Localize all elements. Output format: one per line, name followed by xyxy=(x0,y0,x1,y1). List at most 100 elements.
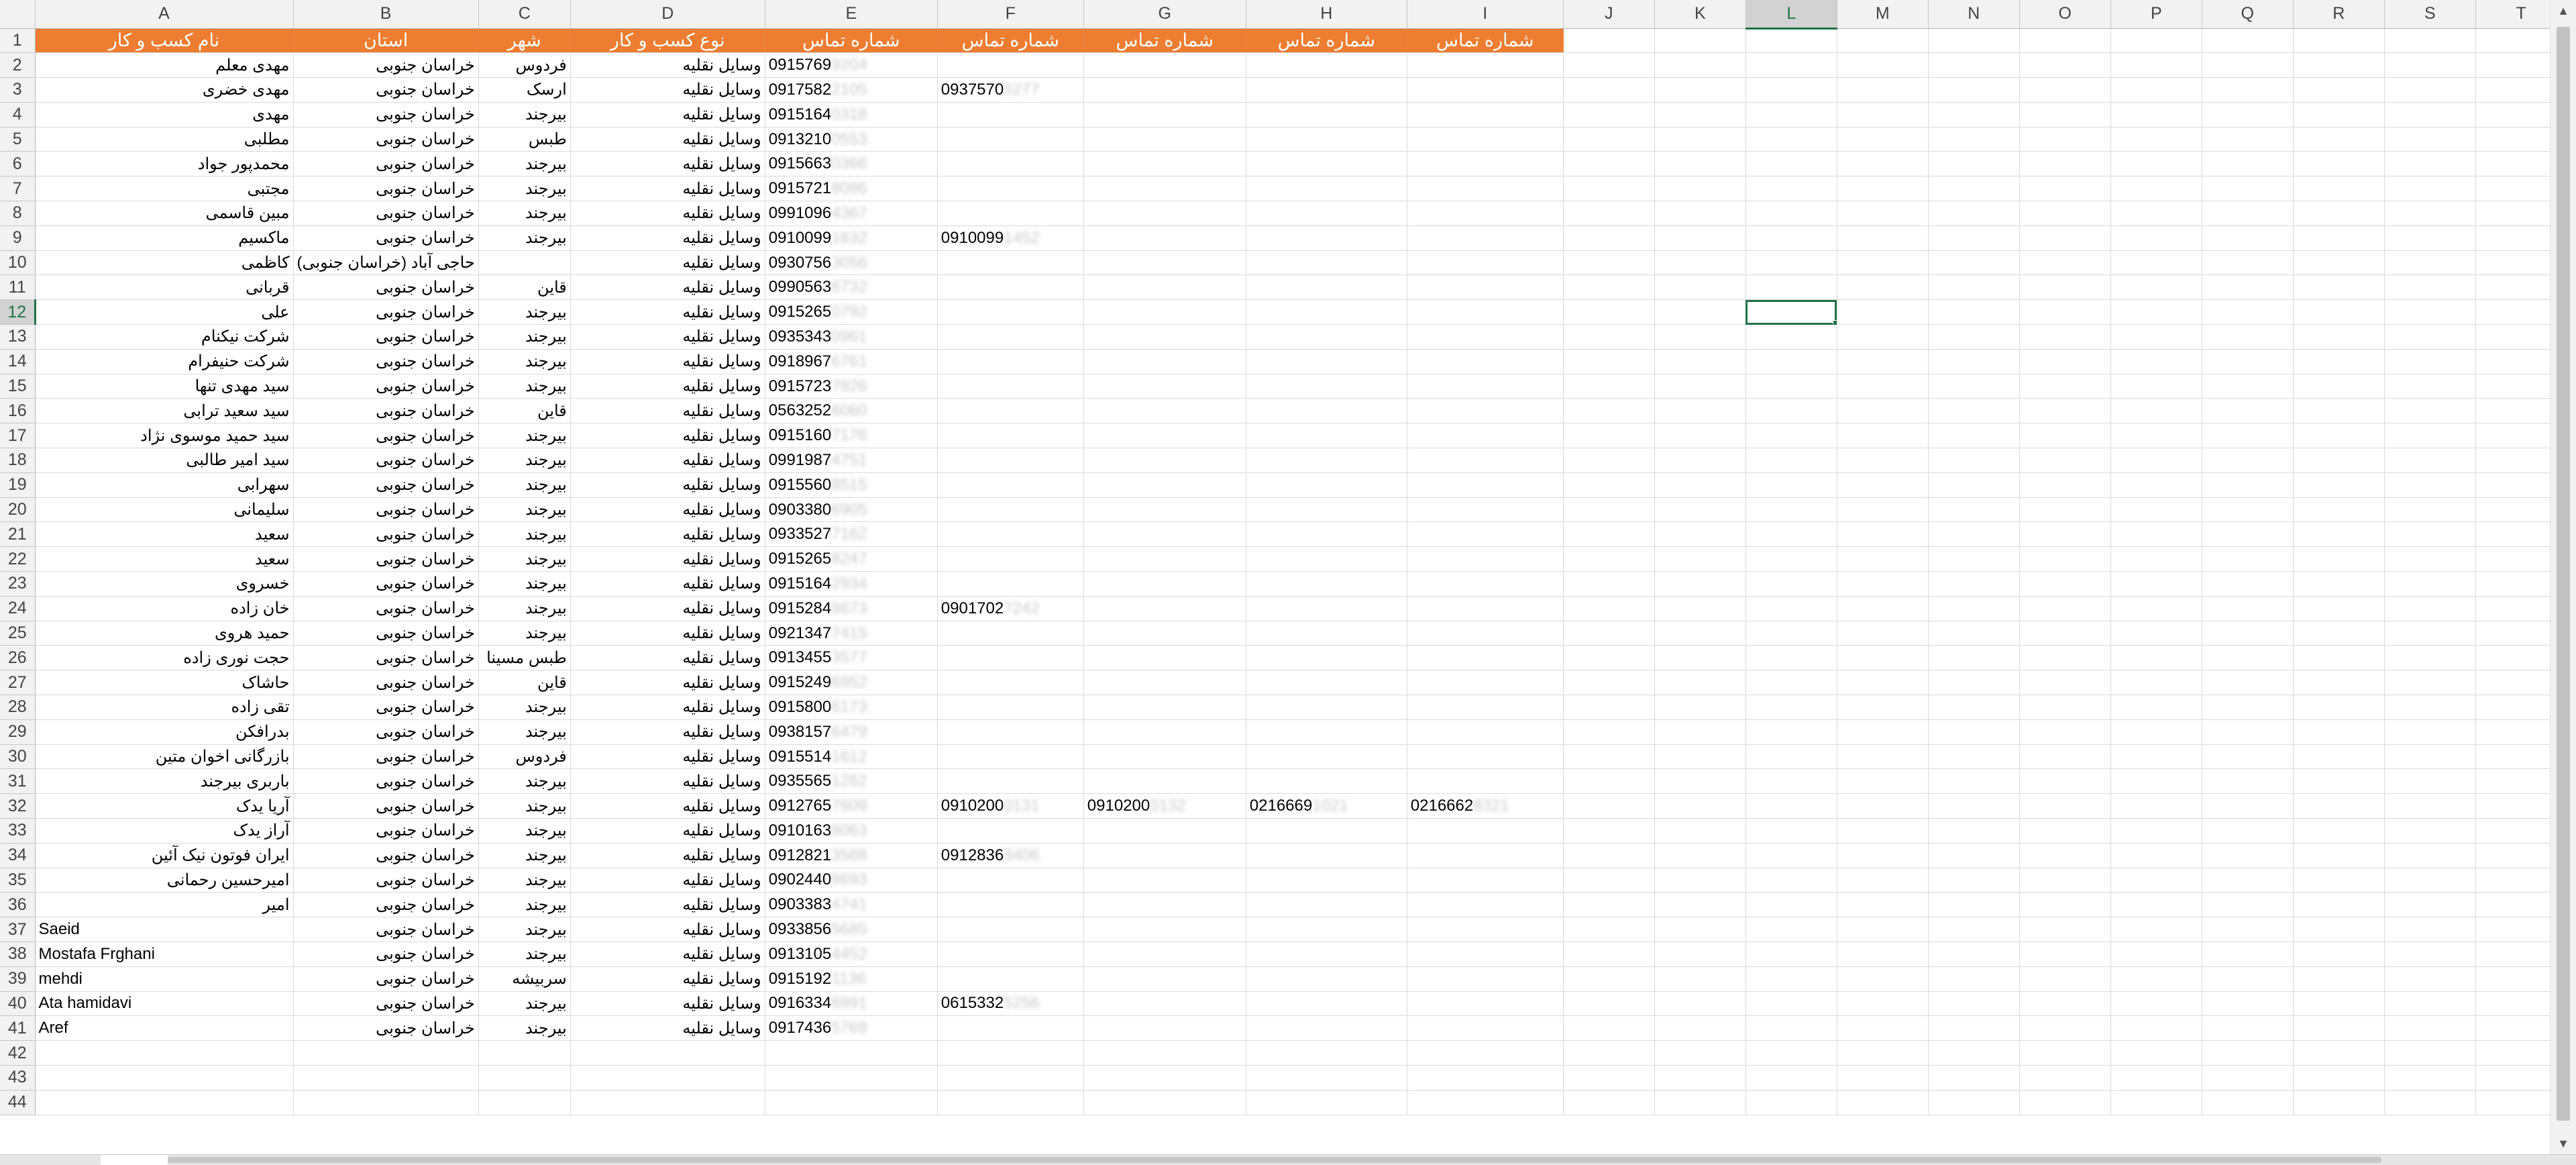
cell-Q2[interactable] xyxy=(2202,52,2294,79)
city-cell[interactable]: قاین xyxy=(478,274,571,301)
province-cell[interactable]: خراسان جنوبی xyxy=(293,719,479,745)
cell-L24[interactable] xyxy=(1746,596,1837,621)
phone-cell[interactable]: 09213477415 xyxy=(765,621,938,646)
cell-F22[interactable] xyxy=(937,546,1084,572)
cell-K32[interactable] xyxy=(1654,793,1746,819)
cell-N6[interactable] xyxy=(1928,151,2020,177)
cell-O11[interactable] xyxy=(2019,274,2111,301)
cell-M6[interactable] xyxy=(1837,151,1929,177)
cell-N38[interactable] xyxy=(1928,942,2020,967)
cell-F36[interactable] xyxy=(937,892,1084,918)
cell-N5[interactable] xyxy=(1928,127,2020,152)
cell-G8[interactable] xyxy=(1083,201,1246,226)
cell-F25[interactable] xyxy=(937,621,1084,646)
cell-G5[interactable] xyxy=(1083,127,1246,152)
cell-P14[interactable] xyxy=(2110,349,2202,374)
city-cell[interactable]: بیرجند xyxy=(478,942,571,967)
cell-R7[interactable] xyxy=(2293,176,2385,202)
cell-L35[interactable] xyxy=(1746,868,1837,893)
cell-I15[interactable] xyxy=(1407,374,1564,399)
column-header-N[interactable]: N xyxy=(1928,0,2020,29)
phone-cell[interactable]: 09128363406 xyxy=(937,843,1084,868)
cell-M12[interactable] xyxy=(1837,299,1929,325)
phone-cell[interactable]: 09127657609 xyxy=(765,793,938,819)
business-name-cell[interactable]: امیر xyxy=(35,892,294,918)
province-cell[interactable]: خراسان جنوبی xyxy=(293,917,479,942)
cell-S34[interactable] xyxy=(2384,843,2476,868)
city-cell[interactable]: بیرجند xyxy=(478,917,571,942)
cell-M18[interactable] xyxy=(1837,448,1929,473)
province-cell[interactable]: خراسان جنوبی xyxy=(293,868,479,893)
province-cell[interactable]: خراسان جنوبی xyxy=(293,472,479,498)
cell-O35[interactable] xyxy=(2019,868,2111,893)
phone-cell[interactable]: 09151921136 xyxy=(765,966,938,992)
province-cell[interactable]: خراسان جنوبی xyxy=(293,521,479,548)
cell-N31[interactable] xyxy=(1928,768,2020,795)
row-header-27[interactable]: 27 xyxy=(0,670,36,696)
cell-M15[interactable] xyxy=(1837,374,1929,399)
cell-K11[interactable] xyxy=(1654,274,1746,301)
cell-K39[interactable] xyxy=(1654,966,1746,992)
city-cell[interactable]: بیرجند xyxy=(478,225,571,251)
cell-J33[interactable] xyxy=(1563,818,1655,844)
row-header-7[interactable]: 7 xyxy=(0,176,36,202)
business-type-cell[interactable]: وسایل نقلیه xyxy=(570,645,765,671)
province-cell[interactable]: خراسان جنوبی xyxy=(293,274,479,301)
cell-K19[interactable] xyxy=(1654,472,1746,498)
cell-S37[interactable] xyxy=(2384,917,2476,942)
business-type-cell[interactable]: وسایل نقلیه xyxy=(570,843,765,868)
city-cell[interactable] xyxy=(478,250,571,276)
cell-I36[interactable] xyxy=(1407,892,1564,918)
cell-I35[interactable] xyxy=(1407,868,1564,893)
business-name-cell[interactable]: بدرافکن xyxy=(35,719,294,745)
business-type-cell[interactable]: وسایل نقلیه xyxy=(570,546,765,572)
cell-L17[interactable] xyxy=(1746,423,1837,449)
business-name-cell[interactable]: محمدپور جواد xyxy=(35,151,294,177)
cell-Q25[interactable] xyxy=(2202,621,2294,646)
cell-K7[interactable] xyxy=(1654,176,1746,202)
row-header-25[interactable]: 25 xyxy=(0,621,36,646)
cell-G22[interactable] xyxy=(1083,546,1246,572)
cell-O43[interactable] xyxy=(2019,1065,2111,1091)
cell-K36[interactable] xyxy=(1654,892,1746,918)
province-cell[interactable]: خراسان جنوبی xyxy=(293,843,479,868)
phone-cell[interactable]: 09335277162 xyxy=(765,521,938,548)
cell-K2[interactable] xyxy=(1654,52,1746,79)
cell-I42[interactable] xyxy=(1407,1040,1564,1066)
header-cell-G[interactable]: شماره تماس xyxy=(1083,28,1246,54)
cell-S43[interactable] xyxy=(2384,1065,2476,1091)
header-cell-B[interactable]: استان xyxy=(293,28,479,54)
cell-H39[interactable] xyxy=(1246,966,1407,992)
business-type-cell[interactable]: وسایل نقلیه xyxy=(570,472,765,498)
business-type-cell[interactable]: وسایل نقلیه xyxy=(570,719,765,745)
cell-N1[interactable] xyxy=(1928,28,2020,54)
cell-K41[interactable] xyxy=(1654,1015,1746,1042)
cell-P8[interactable] xyxy=(2110,201,2202,226)
cell-O27[interactable] xyxy=(2019,670,2111,696)
cell-R3[interactable] xyxy=(2293,77,2385,103)
city-cell[interactable]: بیرجند xyxy=(478,324,571,350)
cell-S2[interactable] xyxy=(2384,52,2476,79)
business-name-cell[interactable]: بازرگانی اخوان متین xyxy=(35,744,294,770)
row-header-39[interactable]: 39 xyxy=(0,966,36,992)
cell-H41[interactable] xyxy=(1246,1015,1407,1042)
cell-S40[interactable] xyxy=(2384,991,2476,1017)
cell-F21[interactable] xyxy=(937,521,1084,548)
cell-N35[interactable] xyxy=(1928,868,2020,893)
row-header-5[interactable]: 5 xyxy=(0,127,36,152)
cell-R44[interactable] xyxy=(2293,1090,2385,1115)
cell-N10[interactable] xyxy=(1928,250,2020,276)
cell-I38[interactable] xyxy=(1407,942,1564,967)
cell-H13[interactable] xyxy=(1246,324,1407,350)
cell-M36[interactable] xyxy=(1837,892,1929,918)
cell-O40[interactable] xyxy=(2019,991,2111,1017)
cell-L23[interactable] xyxy=(1746,571,1837,597)
cell-N36[interactable] xyxy=(1928,892,2020,918)
phone-cell[interactable]: 09157699204 xyxy=(765,52,938,79)
city-cell[interactable]: بیرجند xyxy=(478,621,571,646)
business-name-cell[interactable]: کاظمی xyxy=(35,250,294,276)
cell-R29[interactable] xyxy=(2293,719,2385,745)
cell-M10[interactable] xyxy=(1837,250,1929,276)
business-name-cell[interactable]: Mostafa Frghani xyxy=(35,942,294,967)
cell-M22[interactable] xyxy=(1837,546,1929,572)
